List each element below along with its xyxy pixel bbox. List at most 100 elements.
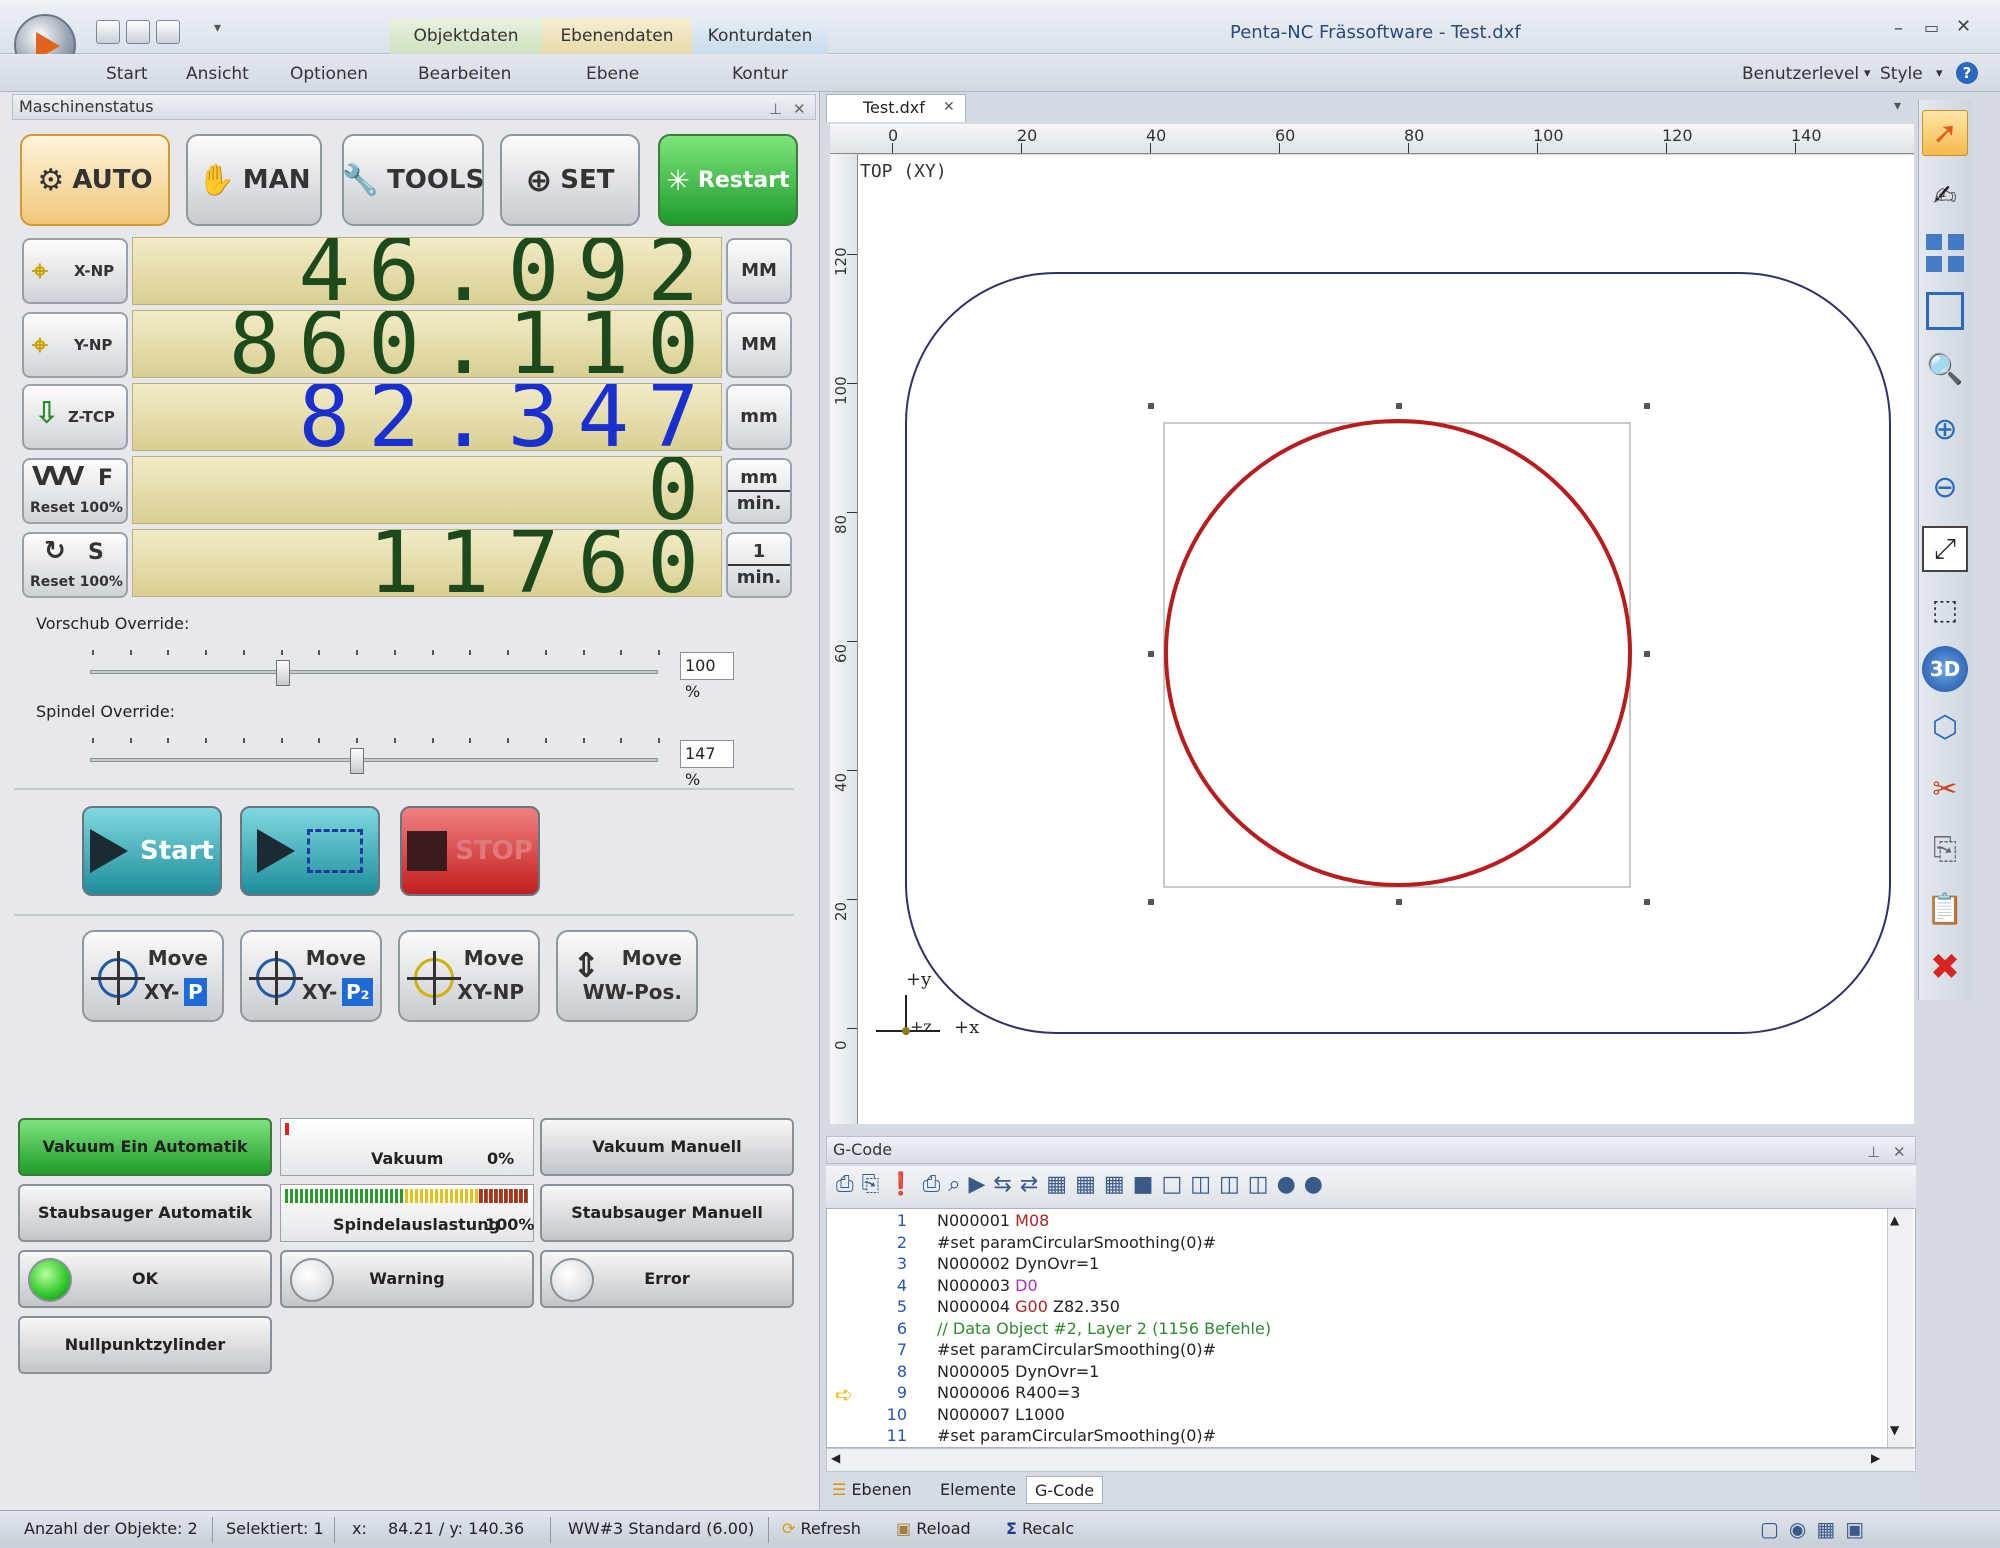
auto-mode-button[interactable]: ⚙ AUTO: [20, 134, 170, 226]
pin-icon[interactable]: ⊥: [769, 97, 782, 121]
maximize-button[interactable]: ▭: [1924, 18, 1939, 37]
z-tcp-button[interactable]: ⇩ Z-TCP: [22, 384, 128, 450]
tab-bearbeiten[interactable]: Bearbeiten: [418, 64, 511, 84]
save-icon[interactable]: [96, 20, 120, 44]
gcode-line[interactable]: #set paramCircularSmoothing(0)#: [937, 1233, 1216, 1252]
vakuum-manuell-button[interactable]: Vakuum Manuell: [540, 1118, 794, 1176]
y-np-button[interactable]: ⌖ Y-NP: [22, 312, 128, 378]
start-button[interactable]: Start: [82, 806, 222, 896]
reload-button[interactable]: ▣ Reload: [896, 1511, 971, 1547]
stop-button[interactable]: STOP: [400, 806, 540, 896]
close-tab-icon[interactable]: ✕: [943, 99, 955, 115]
spindle-override-value[interactable]: 147 %: [680, 740, 734, 789]
tab-elemente[interactable]: Elemente: [940, 1480, 1016, 1499]
drawing-canvas[interactable]: TOP (XY) +y +x +z: [858, 155, 1914, 1124]
delete-icon[interactable]: ✖: [1922, 944, 1968, 990]
staubsauger-automatik-button[interactable]: Staubsauger Automatik: [18, 1184, 272, 1242]
chevron-down-icon[interactable]: ▾: [1864, 66, 1871, 81]
select-arrow-icon[interactable]: ➚: [1922, 110, 1968, 156]
move-xy-p2-button[interactable]: Move XY- P₂: [240, 930, 382, 1022]
spindle-reset-button[interactable]: ↻ S Reset 100%: [22, 532, 128, 598]
feed-override-value[interactable]: 100 %: [680, 652, 734, 701]
tab-gcode[interactable]: G-Code: [1026, 1476, 1104, 1504]
refresh-button[interactable]: ⟳ Refresh: [782, 1511, 861, 1547]
spindle-override-slider[interactable]: [90, 758, 658, 762]
tab-start[interactable]: Start: [106, 64, 148, 84]
gcode-line[interactable]: #set paramCircularSmoothing(0)#: [937, 1340, 1216, 1359]
spindle-unit-button[interactable]: 1 min.: [726, 532, 792, 598]
move-ww-pos-button[interactable]: ⇕ Move WW-Pos.: [556, 930, 698, 1022]
staubsauger-manuell-button[interactable]: Staubsauger Manuell: [540, 1184, 794, 1242]
minimize-button[interactable]: –: [1894, 18, 1903, 39]
selection-handles[interactable]: [1148, 403, 1650, 905]
grid-view-icon[interactable]: [1922, 230, 1968, 276]
close-icon[interactable]: ✕: [793, 97, 806, 121]
gcode-line[interactable]: N000001 M08: [937, 1211, 1049, 1230]
feed-override-handle[interactable]: [276, 660, 291, 686]
paste-icon[interactable]: 📋: [1922, 886, 1968, 932]
close-button[interactable]: ✕: [1956, 16, 1971, 37]
set-mode-button[interactable]: ⊕ SET: [500, 134, 640, 226]
gcode-line[interactable]: // Data Object #2, Layer 2 (1156 Befehle…: [937, 1319, 1271, 1338]
zoom-in-icon[interactable]: ⊕: [1922, 406, 1968, 452]
move-xy-np-button[interactable]: Move XY-NP: [398, 930, 540, 1022]
layout-view-icon[interactable]: [1922, 288, 1968, 334]
copy-icon[interactable]: [156, 20, 180, 44]
benutzerlevel-dropdown[interactable]: Benutzerlevel: [1742, 64, 1859, 84]
cube-view-icon[interactable]: ⬡: [1922, 704, 1968, 750]
circle-contour[interactable]: [1164, 419, 1632, 887]
chevron-down-icon[interactable]: ▾: [1936, 66, 1943, 81]
move-xy-p-button[interactable]: Move XY- P: [82, 930, 224, 1022]
scroll-left-icon[interactable]: ◀: [831, 1451, 840, 1465]
quick-access-dropdown-icon[interactable]: ▾: [214, 20, 221, 36]
gcode-line[interactable]: #set paramCircularSmoothing(0)#: [937, 1426, 1216, 1445]
outer-contour[interactable]: [905, 272, 1891, 1034]
cut-icon[interactable]: ✂: [1922, 766, 1968, 812]
restart-button[interactable]: ✳ Restart: [658, 134, 798, 226]
tab-list-dropdown-icon[interactable]: ▾: [1894, 98, 1901, 114]
gcode-line[interactable]: N000006 R400=3: [937, 1383, 1080, 1402]
zoom-window-icon[interactable]: ⬚: [1922, 586, 1968, 632]
scroll-right-icon[interactable]: ▶: [1871, 1451, 1880, 1465]
tab-kontur[interactable]: Kontur: [732, 64, 788, 84]
gcode-editor[interactable]: 1 N000001 M08 2 #set paramCircularSmoothing…: [826, 1208, 1916, 1448]
x-np-button[interactable]: ⌖ X-NP: [22, 238, 128, 304]
feed-reset-button[interactable]: ᐯᐯᐯ F Reset 100%: [22, 458, 128, 524]
tab-test-dxf[interactable]: Test.dxf ✕: [826, 94, 966, 122]
horizontal-scrollbar[interactable]: ◀ ▶: [826, 1448, 1916, 1472]
z-unit-button[interactable]: mm: [726, 384, 792, 450]
3d-view-icon[interactable]: 3D: [1922, 646, 1968, 692]
gcode-toolbar[interactable]: ⎙⎘❗⎙⌕▶⇆⇄▦▦▦■□◫◫◫●●: [826, 1166, 1916, 1208]
spindle-override-handle[interactable]: [349, 748, 364, 774]
zoom-refresh-icon[interactable]: 🔍: [1922, 346, 1968, 392]
tab-optionen[interactable]: Optionen: [290, 64, 368, 84]
gcode-line[interactable]: N000007 L1000: [937, 1405, 1065, 1424]
copy-page-icon[interactable]: ⎘: [1922, 826, 1968, 872]
vertical-scrollbar[interactable]: ▲ ▼: [1887, 1209, 1913, 1447]
vakuum-automatik-button[interactable]: Vakuum Ein Automatik: [18, 1118, 272, 1176]
tools-mode-button[interactable]: 🔧 TOOLS: [342, 134, 484, 226]
pin-icon[interactable]: ⊥: [1867, 1139, 1880, 1165]
recalc-button[interactable]: Σ Recalc: [1006, 1511, 1074, 1547]
tab-ebene[interactable]: Ebene: [586, 64, 639, 84]
tab-ansicht[interactable]: Ansicht: [186, 64, 249, 84]
zoom-extents-icon[interactable]: ⤢: [1922, 526, 1968, 572]
gcode-line[interactable]: N000003 D0: [937, 1276, 1038, 1295]
gcode-line[interactable]: N000004 G00 Z82.350: [937, 1297, 1120, 1316]
manual-mode-button[interactable]: ✋ MAN: [186, 134, 322, 226]
x-unit-button[interactable]: MM: [726, 238, 792, 304]
close-icon[interactable]: ✕: [1893, 1139, 1906, 1165]
y-unit-button[interactable]: MM: [726, 312, 792, 378]
simulate-button[interactable]: [240, 806, 380, 896]
tab-ebenen[interactable]: ☰ Ebenen: [832, 1480, 912, 1499]
style-dropdown[interactable]: Style: [1880, 64, 1923, 84]
scroll-down-icon[interactable]: ▼: [1890, 1423, 1899, 1437]
gcode-line[interactable]: N000005 DynOvr=1: [937, 1362, 1099, 1381]
gcode-line[interactable]: N000002 DynOvr=1: [937, 1254, 1099, 1273]
status-view-icons[interactable]: ▢◉▦▣: [1760, 1511, 1874, 1547]
feed-override-slider[interactable]: [90, 670, 658, 674]
help-icon[interactable]: ?: [1956, 62, 1978, 84]
nullpunktzylinder-button[interactable]: Nullpunktzylinder: [18, 1316, 272, 1374]
scroll-up-icon[interactable]: ▲: [1890, 1213, 1899, 1227]
zoom-out-icon[interactable]: ⊖: [1922, 464, 1968, 510]
